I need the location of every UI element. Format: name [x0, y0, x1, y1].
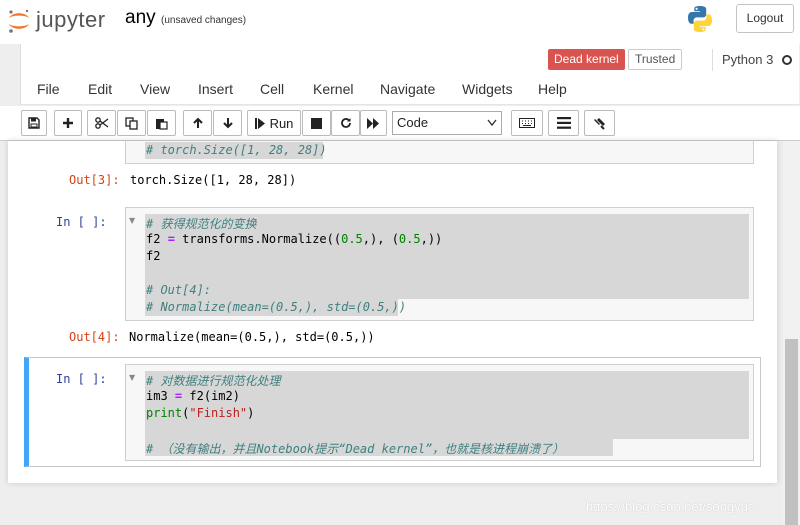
jupyter-brand: jupyter	[36, 7, 106, 32]
toc-button[interactable]	[548, 110, 579, 136]
copy-button[interactable]	[117, 110, 146, 136]
output-prompt: Out[4]:	[69, 330, 120, 344]
menubar: File Edit View Insert Cell Kernel Naviga…	[21, 81, 781, 103]
menu-widgets[interactable]: Widgets	[462, 81, 513, 97]
vertical-scrollbar[interactable]	[783, 141, 800, 525]
code-line: # Out[4]:	[146, 283, 212, 297]
kernel-name: Python 3	[722, 52, 774, 67]
output-text: torch.Size([1, 28, 28])	[130, 173, 297, 187]
cell-type-value: Code	[397, 115, 429, 130]
code-line: f2	[146, 249, 161, 263]
cut-icon	[94, 117, 108, 129]
kernel-status-badge[interactable]: Dead kernel	[548, 49, 625, 70]
menu-file[interactable]: File	[37, 81, 60, 97]
notebook-name[interactable]: any	[125, 7, 156, 29]
settings-button[interactable]	[584, 110, 615, 136]
logout-button[interactable]: Logout	[736, 4, 794, 33]
wrench-icon	[594, 117, 605, 130]
menu-edit[interactable]: Edit	[88, 81, 112, 97]
code-input-partial[interactable]: # torch.Size([1, 28, 28])	[125, 141, 754, 164]
code-line: # （没有输出，并且Notebook提示“Dead kernel”，也就是核进程…	[146, 442, 565, 456]
restart-icon	[340, 118, 351, 128]
stop-icon	[311, 117, 322, 129]
code-line: # 获得规范化的变换	[146, 217, 257, 231]
cut-button[interactable]	[87, 110, 116, 136]
output-text: Normalize(mean=(0.5,), std=(0.5,))	[129, 330, 375, 344]
copy-icon	[125, 116, 138, 130]
code-line: print("Finish")	[146, 406, 255, 420]
code-line: # torch.Size([1, 28, 28])	[146, 143, 327, 157]
watermark: https://blog.csdn.net/songyuc	[586, 499, 755, 514]
code-input[interactable]: ▼ # 获得规范化的变换 f2 = transforms.Normalize((…	[125, 207, 754, 321]
fold-arrow-icon[interactable]: ▼	[129, 373, 135, 382]
input-prompt: In [ ]:	[56, 372, 107, 386]
menu-view[interactable]: View	[140, 81, 170, 97]
move-up-button[interactable]	[183, 110, 212, 136]
code-line: # Normalize(mean=(0.5,), std=(0.5,))	[146, 300, 407, 314]
menu-insert[interactable]: Insert	[198, 81, 233, 97]
divider	[712, 49, 713, 71]
notebook-container: # torch.Size([1, 28, 28]) Out[3]: torch.…	[8, 141, 777, 483]
jupyter-logo[interactable]: jupyter	[6, 5, 112, 35]
code-line: im3 = f2(im2)	[146, 389, 240, 403]
code-line: f2 = transforms.Normalize((0.5,), (0.5,)…	[146, 232, 443, 246]
paste-icon	[156, 118, 168, 130]
insert-cell-button[interactable]	[54, 110, 82, 136]
step-forward-icon	[254, 117, 265, 129]
trusted-indicator[interactable]: Trusted	[628, 49, 683, 70]
restart-button[interactable]	[331, 110, 360, 136]
keyboard-icon	[519, 118, 535, 128]
fast-forward-icon	[367, 117, 379, 129]
input-prompt: In [ ]:	[56, 215, 107, 229]
run-button[interactable]: Run	[247, 110, 301, 136]
restart-run-all-button[interactable]	[360, 110, 387, 136]
header: jupyter any (unsaved changes) Logout	[0, 0, 800, 44]
cell-type-select[interactable]: Code	[392, 111, 502, 135]
command-palette-button[interactable]	[511, 110, 543, 136]
kernel-indicator-icon	[782, 55, 792, 65]
save-icon	[28, 117, 40, 129]
run-label: Run	[269, 115, 294, 131]
toolbar: Run Code	[0, 106, 800, 141]
menu-kernel[interactable]: Kernel	[313, 81, 353, 97]
plus-icon	[63, 118, 73, 128]
python-logo-icon	[688, 6, 712, 32]
interrupt-button[interactable]	[302, 110, 331, 136]
menu-cell[interactable]: Cell	[260, 81, 284, 97]
code-input[interactable]: ▼ # 对数据进行规范化处理 im3 = f2(im2) print("Fini…	[125, 364, 754, 461]
menu-navigate[interactable]: Navigate	[380, 81, 435, 97]
fold-arrow-icon[interactable]: ▼	[129, 216, 135, 225]
paste-button[interactable]	[147, 110, 176, 136]
list-icon	[556, 117, 571, 129]
save-status: (unsaved changes)	[161, 15, 247, 26]
output-prompt: Out[3]:	[69, 173, 120, 187]
save-button[interactable]	[21, 110, 47, 136]
jupyter-ring-icon	[9, 9, 29, 33]
menubar-container: Dead kernel Trusted Python 3 File Edit V…	[20, 44, 799, 105]
arrow-up-icon	[192, 117, 203, 128]
move-down-button[interactable]	[213, 110, 242, 136]
chevron-down-icon	[487, 119, 497, 127]
code-line: # 对数据进行规范化处理	[146, 374, 281, 388]
menu-help[interactable]: Help	[538, 81, 567, 97]
scrollbar-thumb[interactable]	[785, 339, 798, 525]
arrow-down-icon	[222, 118, 233, 129]
